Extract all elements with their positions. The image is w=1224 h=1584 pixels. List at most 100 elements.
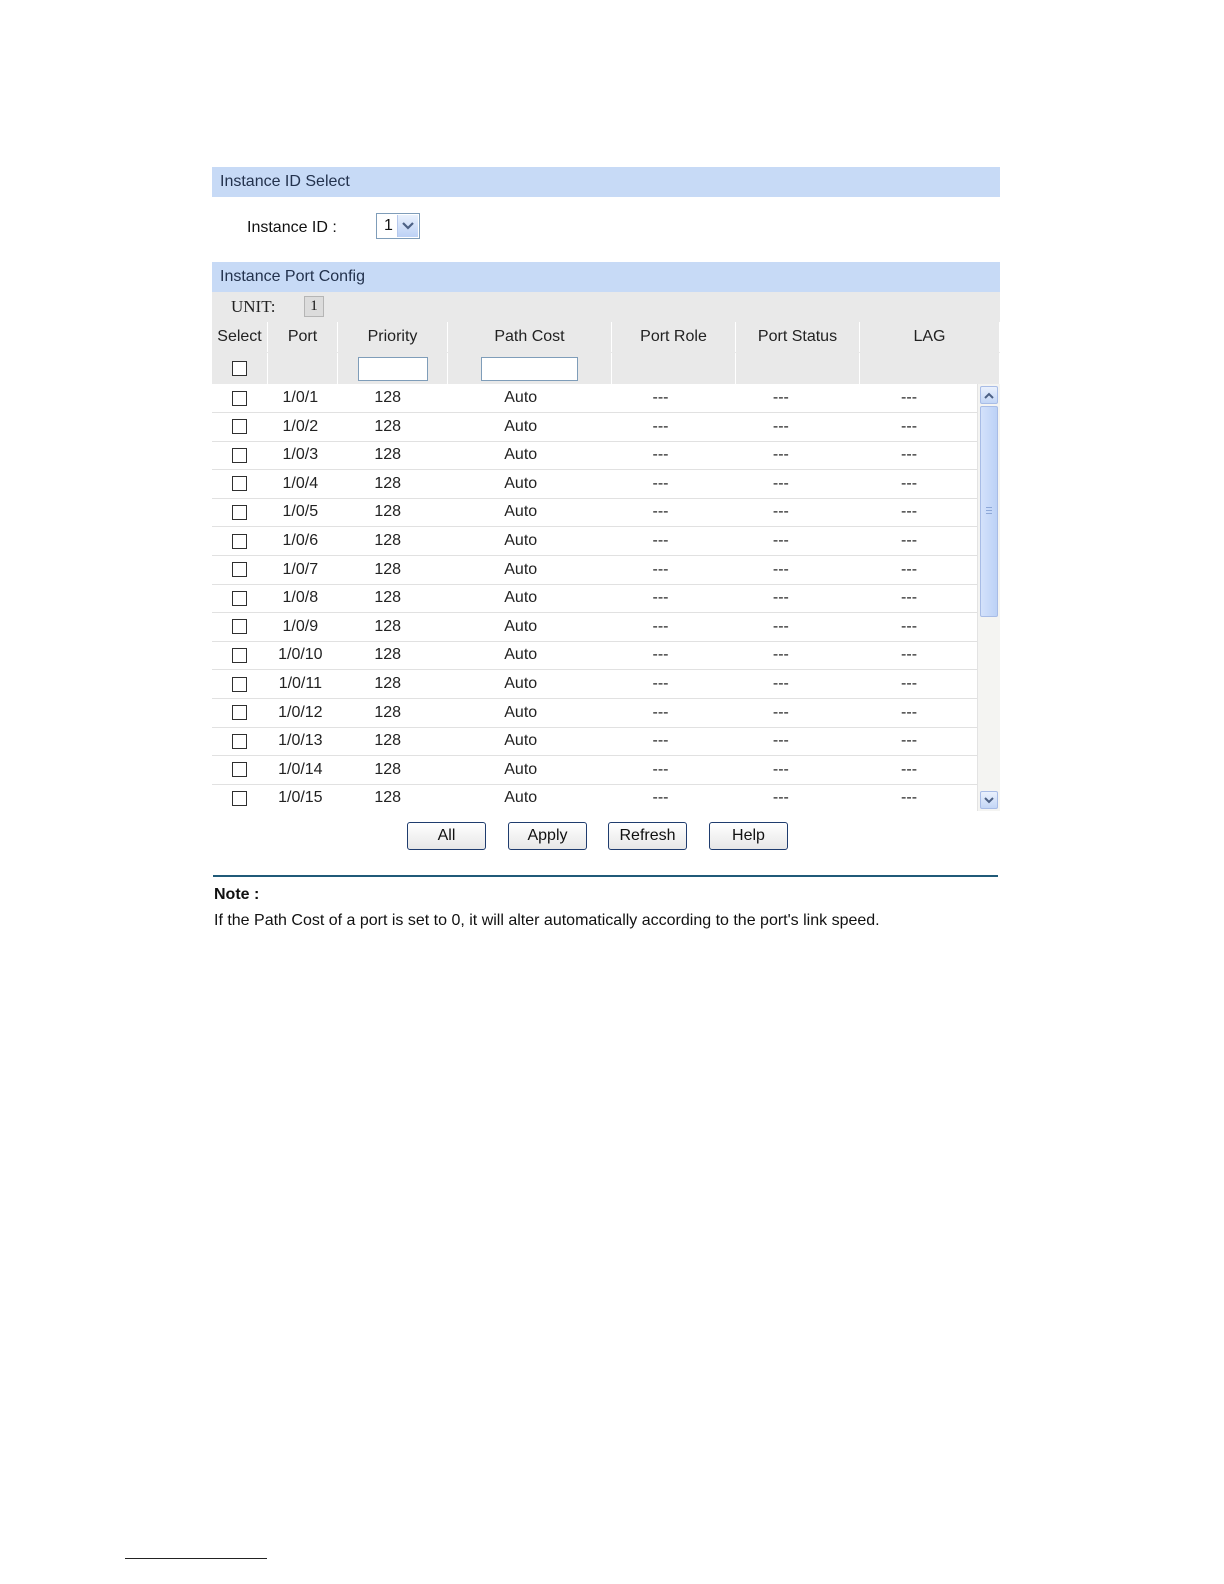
priority-cell: 128 bbox=[374, 503, 402, 521]
table-row: 1/0/5 128 Auto --- --- --- bbox=[212, 498, 977, 528]
path-cost-input[interactable] bbox=[481, 356, 578, 381]
row-select-checkbox[interactable] bbox=[231, 619, 247, 635]
priority-cell: 128 bbox=[374, 617, 402, 635]
table-row: 1/0/4 128 Auto --- --- --- bbox=[212, 470, 977, 499]
table-header: Select Port Priority Path Cost Port Role… bbox=[212, 322, 1000, 352]
row-select-checkbox[interactable] bbox=[231, 419, 247, 435]
lag-cell: --- bbox=[901, 474, 918, 492]
priority-cell: 128 bbox=[374, 732, 402, 750]
priority-cell: 128 bbox=[374, 760, 402, 778]
port-status-cell: --- bbox=[772, 446, 789, 464]
all-button[interactable]: All bbox=[407, 822, 486, 850]
path-cost-cell: Auto bbox=[504, 446, 538, 464]
port-status-cell: --- bbox=[772, 532, 789, 549]
instance-id-label: Instance ID : bbox=[247, 219, 337, 236]
port-cell: 1/0/14 bbox=[278, 760, 323, 778]
path-cost-cell: Auto bbox=[504, 389, 538, 406]
select-cell bbox=[212, 670, 266, 698]
unit-selector[interactable]: 1 bbox=[304, 296, 324, 317]
priority-cell: 128 bbox=[374, 417, 402, 435]
path-cost-cell: Auto bbox=[504, 589, 538, 607]
path-cost-cell: Auto bbox=[504, 560, 538, 578]
instance-id-value: 1 bbox=[384, 217, 393, 234]
chevron-up-icon[interactable] bbox=[980, 386, 998, 404]
port-status-cell: --- bbox=[772, 646, 789, 664]
help-button[interactable]: Help bbox=[709, 822, 788, 850]
path-cost-cell: Auto bbox=[504, 675, 538, 692]
select-cell bbox=[212, 727, 266, 755]
batch-edit-row bbox=[212, 353, 1000, 384]
port-cell: 1/0/2 bbox=[282, 417, 319, 435]
note-text: If the Path Cost of a port is set to 0, … bbox=[214, 912, 880, 929]
priority-input[interactable] bbox=[357, 356, 428, 381]
port-status-cell: --- bbox=[772, 703, 789, 721]
lag-cell: --- bbox=[901, 417, 918, 435]
row-select-checkbox[interactable] bbox=[231, 562, 247, 578]
row-select-checkbox[interactable] bbox=[231, 390, 247, 406]
table-row: 1/0/3 128 Auto --- --- --- bbox=[212, 441, 977, 471]
path-cost-cell: Auto bbox=[504, 760, 538, 778]
port-role-cell: --- bbox=[652, 417, 669, 435]
port-cell: 1/0/8 bbox=[282, 589, 319, 607]
column-header-select: Select bbox=[212, 322, 268, 352]
table-scrollbar[interactable] bbox=[977, 384, 1000, 811]
footer-rule bbox=[125, 1558, 267, 1559]
port-status-cell: --- bbox=[772, 589, 789, 607]
port-cell: 1/0/9 bbox=[282, 617, 319, 635]
port-cell: 1/0/6 bbox=[282, 532, 319, 549]
priority-cell: 128 bbox=[374, 560, 402, 578]
select-cell bbox=[212, 699, 266, 727]
select-cell bbox=[212, 470, 266, 498]
select-cell bbox=[212, 641, 266, 669]
unit-row: UNIT: 1 bbox=[212, 292, 1000, 322]
row-select-checkbox[interactable] bbox=[231, 447, 247, 463]
select-cell bbox=[212, 384, 266, 412]
port-status-cell: --- bbox=[772, 474, 789, 492]
port-role-cell: --- bbox=[652, 760, 669, 778]
apply-button[interactable]: Apply bbox=[508, 822, 587, 850]
path-cost-cell: Auto bbox=[504, 532, 538, 549]
priority-cell: 128 bbox=[374, 389, 402, 406]
column-header-path-cost: Path Cost bbox=[448, 322, 612, 352]
port-role-cell: --- bbox=[652, 589, 669, 607]
row-select-checkbox[interactable] bbox=[231, 647, 247, 663]
chevron-down-icon[interactable] bbox=[980, 791, 998, 809]
row-select-checkbox[interactable] bbox=[231, 533, 247, 549]
select-all-checkbox[interactable] bbox=[232, 361, 247, 376]
table-row: 1/0/1 128 Auto --- --- --- bbox=[212, 384, 977, 413]
unit-label: UNIT: bbox=[231, 297, 276, 316]
port-status-cell: --- bbox=[772, 389, 789, 406]
scrollbar-thumb[interactable] bbox=[980, 406, 998, 617]
port-cell: 1/0/13 bbox=[278, 732, 323, 750]
path-cost-cell: Auto bbox=[504, 417, 538, 435]
port-status-cell: --- bbox=[772, 760, 789, 778]
row-select-checkbox[interactable] bbox=[231, 590, 247, 606]
row-select-checkbox[interactable] bbox=[231, 705, 247, 721]
row-select-checkbox[interactable] bbox=[231, 733, 247, 749]
row-select-checkbox[interactable] bbox=[231, 676, 247, 692]
row-select-checkbox[interactable] bbox=[231, 504, 247, 520]
priority-cell: 128 bbox=[374, 703, 402, 721]
table-row: 1/0/14 128 Auto --- --- --- bbox=[212, 756, 977, 785]
select-cell bbox=[212, 584, 266, 612]
port-status-cell: --- bbox=[772, 789, 789, 807]
table-row: 1/0/7 128 Auto --- --- --- bbox=[212, 556, 977, 585]
chevron-down-icon[interactable] bbox=[397, 215, 418, 237]
instance-id-select[interactable]: 1 bbox=[376, 213, 420, 239]
row-select-checkbox[interactable] bbox=[231, 762, 247, 778]
refresh-button[interactable]: Refresh bbox=[608, 822, 687, 850]
select-cell bbox=[212, 556, 266, 584]
priority-cell: 128 bbox=[374, 675, 402, 692]
port-role-cell: --- bbox=[652, 503, 669, 521]
path-cost-cell: Auto bbox=[504, 646, 538, 664]
row-select-checkbox[interactable] bbox=[231, 476, 247, 492]
grip-icon bbox=[986, 507, 992, 516]
row-select-checkbox[interactable] bbox=[231, 790, 247, 806]
table-row: 1/0/9 128 Auto --- --- --- bbox=[212, 613, 977, 642]
table-row: 1/0/15 128 Auto --- --- --- bbox=[212, 784, 977, 811]
port-status-cell: --- bbox=[772, 617, 789, 635]
column-header-priority: Priority bbox=[338, 322, 448, 352]
port-role-cell: --- bbox=[652, 389, 669, 406]
table-row: 1/0/12 128 Auto --- --- --- bbox=[212, 699, 977, 728]
table-row: 1/0/10 128 Auto --- --- --- bbox=[212, 641, 977, 671]
